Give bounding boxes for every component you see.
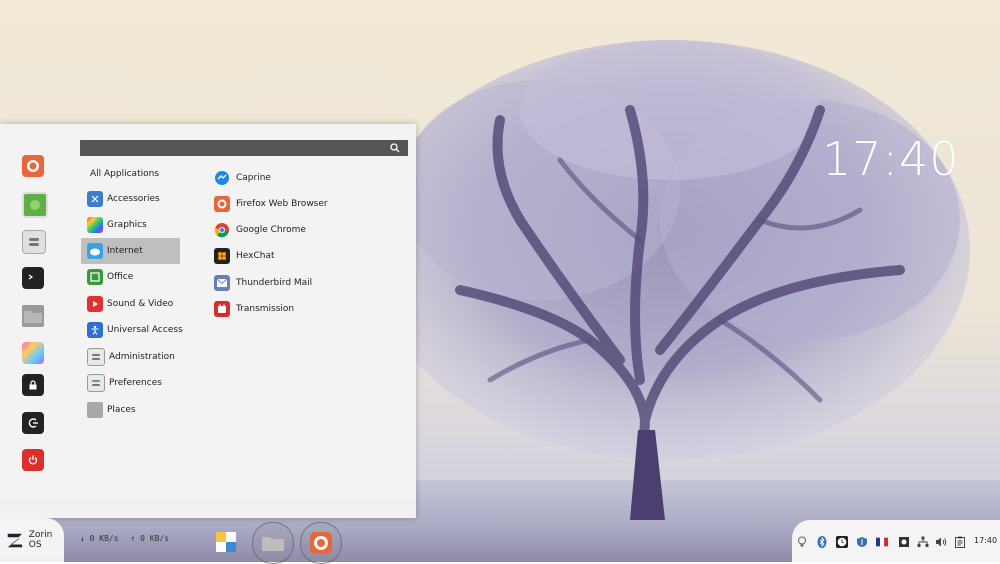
terminal-icon[interactable] (22, 267, 44, 289)
firefox-icon (214, 196, 230, 212)
files-icon[interactable] (22, 305, 44, 327)
category-universal-access[interactable]: Universal Access (81, 317, 183, 343)
net-download-speed: ↓ 0 KB/s (80, 534, 119, 543)
desktop-clock: 17:40 (822, 132, 960, 186)
caprine-icon (214, 170, 230, 186)
category-preferences[interactable]: Preferences (81, 370, 180, 396)
all-applications-category[interactable]: All Applications (90, 169, 159, 179)
wallpaper-tree (370, 40, 970, 520)
system-tray: 17:40 (792, 520, 1000, 562)
app-caprine[interactable]: Caprine (212, 166, 402, 190)
favorites-bar (0, 124, 66, 518)
hexchat-icon (214, 248, 230, 264)
bluetooth-icon[interactable] (816, 536, 828, 548)
transmission-icon (214, 301, 230, 317)
zorin-appearance-icon (216, 532, 236, 552)
software-center-icon[interactable] (22, 192, 48, 218)
app-thunderbird[interactable]: Thunderbird Mail (212, 271, 402, 295)
net-upload-speed: ↑ 0 KB/s (130, 534, 170, 543)
logout-icon[interactable] (22, 412, 44, 434)
internet-icon (87, 243, 103, 259)
category-sound-video[interactable]: Sound & Video (81, 291, 180, 317)
thunderbird-icon (214, 275, 230, 291)
keyboard-layout-flag-icon[interactable] (876, 536, 888, 548)
app-transmission[interactable]: Transmission (212, 297, 402, 321)
volume-icon[interactable] (935, 536, 947, 548)
search-icon[interactable] (390, 143, 400, 153)
graphics-icon (87, 217, 103, 233)
accessories-icon (87, 191, 103, 207)
places-icon (87, 402, 103, 418)
appearance-icon[interactable] (22, 342, 44, 364)
tray-clock[interactable]: 17:40 (974, 536, 997, 545)
sound-video-icon (87, 296, 103, 312)
shield-icon[interactable] (856, 536, 868, 548)
category-administration[interactable]: Administration (81, 344, 180, 370)
firefox-icon (310, 532, 332, 554)
taskbar-firefox[interactable] (300, 522, 342, 564)
office-icon (87, 269, 103, 285)
application-menu: All Applications Accessories Graphics In… (0, 124, 416, 518)
screenshot-icon[interactable] (898, 536, 910, 548)
taskbar-menu-app[interactable] (206, 522, 246, 562)
category-internet[interactable]: Internet (81, 238, 180, 264)
lock-icon[interactable] (22, 374, 44, 396)
settings-icon[interactable] (22, 230, 46, 254)
app-hexchat[interactable]: HexChat (212, 244, 402, 268)
category-graphics[interactable]: Graphics (81, 212, 180, 238)
universal-access-icon (87, 322, 103, 338)
lightbulb-icon[interactable] (796, 536, 808, 548)
start-button[interactable]: Zorin OS (0, 518, 64, 562)
clock-applet-icon[interactable] (836, 536, 848, 548)
power-icon[interactable] (22, 449, 44, 471)
zorin-logo-icon (7, 533, 23, 548)
category-accessories[interactable]: Accessories (81, 186, 180, 212)
network-icon[interactable] (917, 536, 929, 548)
search-bar[interactable] (80, 140, 408, 156)
taskbar-files[interactable] (252, 522, 294, 564)
start-label: Zorin OS (28, 530, 53, 550)
category-office[interactable]: Office (81, 264, 180, 290)
app-google-chrome[interactable]: Google Chrome (212, 218, 402, 242)
files-icon (262, 537, 284, 551)
app-firefox[interactable]: Firefox Web Browser (212, 192, 402, 216)
administration-icon (87, 348, 105, 366)
search-input[interactable] (90, 141, 380, 155)
firefox-icon[interactable] (22, 155, 44, 177)
category-places[interactable]: Places (81, 397, 180, 423)
network-speed: ↓ 0 KB/s ↑ 0 KB/s (80, 534, 169, 543)
chrome-icon (214, 222, 230, 238)
clipboard-icon[interactable] (954, 536, 966, 548)
taskbar: Zorin OS ↓ 0 KB/s ↑ 0 KB/s 17:40 (0, 518, 1000, 564)
preferences-icon (87, 374, 105, 392)
